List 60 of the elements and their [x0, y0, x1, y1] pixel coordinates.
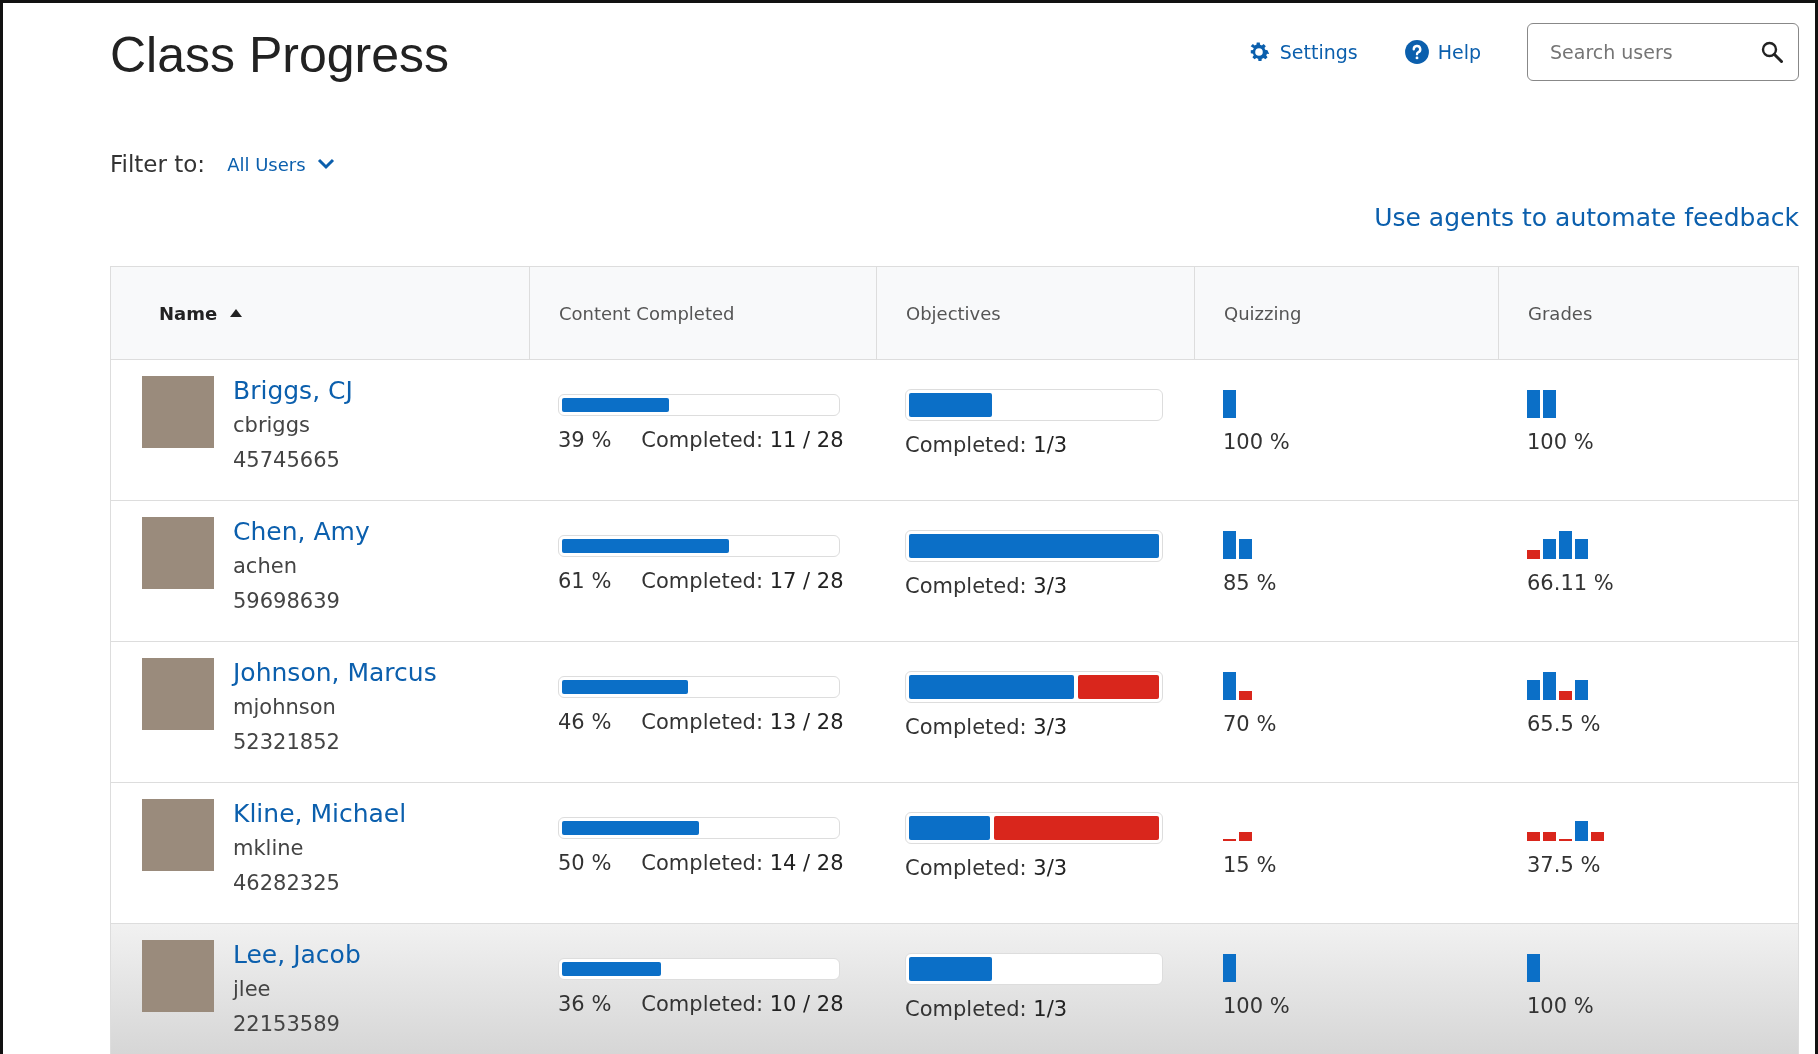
quiz-score: 100 %: [1223, 994, 1290, 1018]
quiz-score: 85 %: [1223, 571, 1277, 595]
name-column-header[interactable]: Name: [111, 267, 529, 359]
help-link[interactable]: Help: [1403, 39, 1481, 65]
user-id: 45745665: [233, 447, 341, 474]
quiz-score: 100 %: [1223, 430, 1290, 454]
page-title: Class Progress: [110, 26, 449, 84]
grade-score: 100 %: [1527, 994, 1594, 1018]
user-name-link[interactable]: Chen, Amy: [233, 515, 370, 549]
user-name-link[interactable]: Briggs, CJ: [233, 374, 353, 408]
search-field[interactable]: Search users: [1527, 23, 1799, 81]
completed-text: Completed: 3/3: [905, 856, 1068, 880]
user-name-link[interactable]: Johnson, Marcus: [233, 656, 437, 690]
username: jlee: [233, 976, 272, 1003]
username: cbriggs: [233, 412, 311, 439]
avatar-placeholder: [142, 376, 214, 448]
column-header[interactable]: Grades: [1498, 267, 1798, 359]
completed-text: Completed: 3/3: [905, 574, 1068, 598]
avatar-placeholder: [142, 799, 214, 871]
completed-text: Completed: 14 / 28: [641, 851, 844, 875]
completed-text: Completed: 3/3: [905, 715, 1068, 739]
column-header[interactable]: Objectives: [876, 267, 1194, 359]
avatar-placeholder: [142, 517, 214, 589]
percent-text: 39 %: [558, 428, 612, 452]
grade-score: 66.11 %: [1527, 571, 1614, 595]
column-header[interactable]: Quizzing: [1194, 267, 1498, 359]
percent-text: 36 %: [558, 992, 612, 1016]
percent-text: 46 %: [558, 710, 612, 734]
user-id: 59698639: [233, 588, 341, 615]
user-name-link[interactable]: Lee, Jacob: [233, 938, 361, 972]
username: achen: [233, 553, 298, 580]
completed-text: Completed: 1/3: [905, 997, 1068, 1021]
user-id: 52321852: [233, 729, 341, 756]
quiz-score: 15 %: [1223, 853, 1277, 877]
quiz-score: 70 %: [1223, 712, 1277, 736]
column-header[interactable]: Content Completed: [529, 267, 876, 359]
avatar-placeholder: [142, 658, 214, 730]
grade-score: 37.5 %: [1527, 853, 1601, 877]
completed-text: Completed: 13 / 28: [641, 710, 844, 734]
user-id: 22153589: [233, 1011, 341, 1038]
completed-text: Completed: 10 / 28: [641, 992, 844, 1016]
completed-text: Completed: 1/3: [905, 433, 1068, 457]
completed-text: Completed: 11 / 28: [641, 428, 844, 452]
user-id: 46282325: [233, 870, 341, 897]
filter-label: Filter to:: [110, 151, 206, 177]
user-name-link[interactable]: Kline, Michael: [233, 797, 407, 831]
percent-text: 50 %: [558, 851, 612, 875]
grade-score: 100 %: [1527, 430, 1594, 454]
filter-dropdown[interactable]: All Users: [227, 153, 336, 175]
grade-score: 65.5 %: [1527, 712, 1601, 736]
username: mjohnson: [233, 694, 337, 721]
username: mkline: [233, 835, 305, 862]
avatar-placeholder: [142, 940, 214, 1012]
completed-text: Completed: 17 / 28: [641, 569, 844, 593]
percent-text: 61 %: [558, 569, 612, 593]
automate-feedback-link[interactable]: Use agents to automate feedback: [1374, 203, 1799, 232]
search-icon: [1760, 40, 1784, 64]
chevron-down-icon: [315, 157, 336, 171]
settings-link[interactable]: Settings: [1245, 39, 1358, 65]
help-icon: [1403, 39, 1430, 65]
